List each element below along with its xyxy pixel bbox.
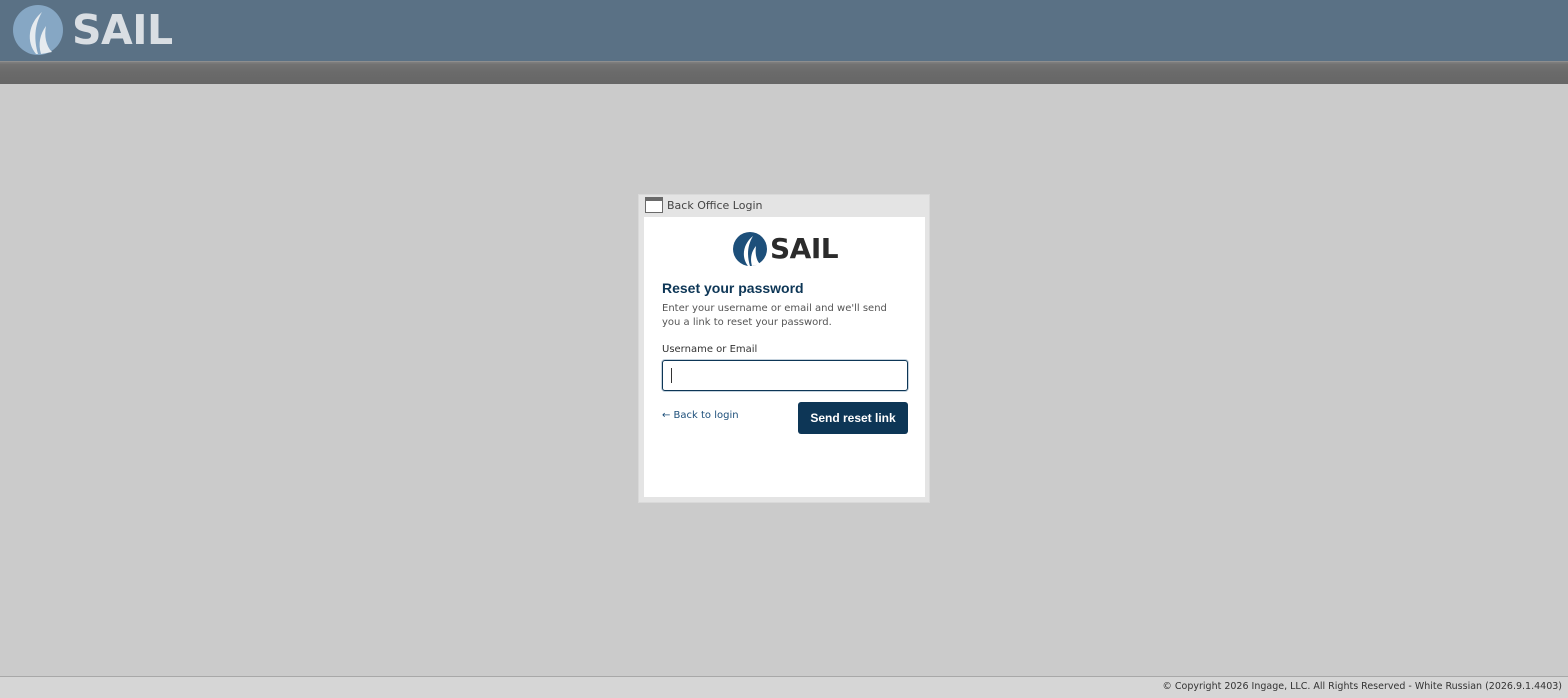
dialog-title: Back Office Login [667,199,763,212]
dialog-body: SAIL Reset your password Enter your user… [644,217,925,497]
window-icon [645,197,663,213]
username-email-label: Username or Email [662,344,758,355]
nav-strip [0,61,1568,84]
copyright-text: © Copyright 2026 Ingage, LLC. All Rights… [1162,681,1562,692]
instructions-text: Enter your username or email and we'll s… [662,303,887,328]
text-cursor [671,368,672,383]
sail-logo-icon [733,232,767,266]
app-header: SAIL [0,0,1568,61]
page-title: Reset your password [662,280,804,296]
login-dialog: Back Office Login SAIL Reset your passwo… [638,194,930,503]
footer: © Copyright 2026 Ingage, LLC. All Rights… [0,676,1568,698]
send-reset-link-button[interactable]: Send reset link [798,402,908,434]
back-to-login-link[interactable]: ← Back to login [662,410,739,421]
username-email-input[interactable] [662,360,908,391]
header-logo[interactable]: SAIL [12,4,173,56]
brand-logo: SAIL [732,231,839,267]
sail-logo-icon [13,5,63,55]
brand-logo-text: SAIL [770,232,839,265]
dialog-titlebar: Back Office Login [639,195,929,217]
header-logo-text: SAIL [72,5,173,54]
